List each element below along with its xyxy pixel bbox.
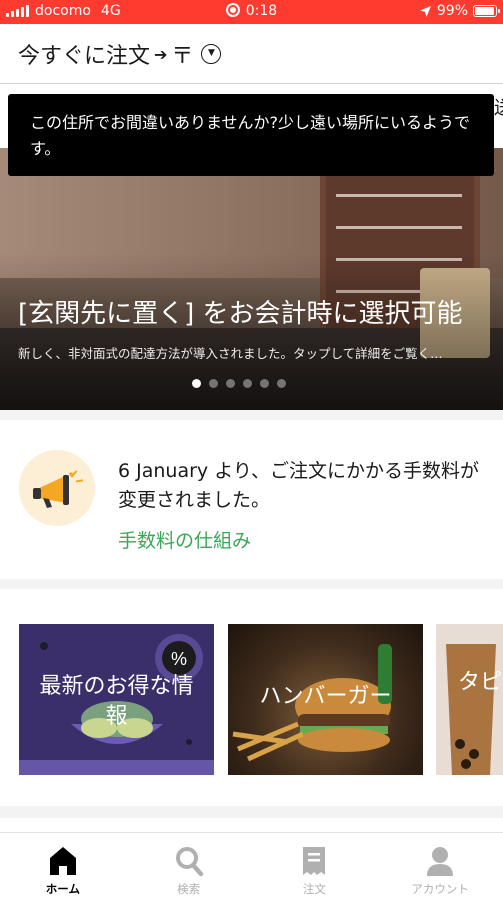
tooltip-message: この住所でお間違いありませんか?少し遠い場所にいるようです。 [30, 113, 471, 158]
header: 今すぐに注文 ➔ 〒 ▼ [0, 24, 503, 84]
tab-home[interactable]: ホーム [0, 833, 126, 897]
section-divider [0, 806, 503, 818]
order-timing: 今すぐに注文 [18, 44, 151, 69]
category-card-burger[interactable]: ハンバーガー [228, 624, 423, 775]
chevron-down-icon: ▼ [201, 44, 222, 64]
category-label: 最新のお得な情報 [39, 674, 194, 729]
tab-bar: ホーム 検索 注文 アカウント [0, 832, 503, 897]
carousel-dot[interactable] [260, 379, 269, 388]
section-divider [0, 579, 503, 589]
category-carousel[interactable]: % 最新のお得な情報 ハンバーガー タピ [0, 592, 503, 802]
tab-label: 検索 [177, 882, 201, 896]
category-card-deals[interactable]: % 最新のお得な情報 [19, 624, 214, 775]
tab-orders[interactable]: 注文 [252, 833, 378, 897]
clock: 0:18 [245, 3, 278, 19]
account-icon [427, 847, 454, 876]
carousel-dot[interactable] [226, 379, 235, 388]
carousel-dot[interactable] [243, 379, 252, 388]
carousel-dot[interactable] [209, 379, 218, 388]
screen-record-icon [225, 3, 240, 17]
tab-label: ホーム [45, 882, 80, 896]
carousel-dot[interactable] [192, 379, 201, 388]
tab-label: 注文 [302, 882, 326, 896]
battery-fill [475, 7, 495, 15]
fee-notice-text: 6 January より、ご注文にかかる手数料が変更されました。 [118, 460, 480, 511]
hero-subtitle: 新しく、非対面式の配達方法が導入されました。タップして詳細をご覧く… [18, 346, 443, 361]
tab-search[interactable]: 検索 [126, 833, 252, 897]
carousel-dot[interactable] [277, 379, 286, 388]
category-label: タピ [458, 670, 503, 695]
hero-title: [玄関先に置く] をお会計時に選択可能 [18, 299, 463, 329]
fee-info-link[interactable]: 手数料の仕組み [118, 526, 251, 553]
location-arrow-icon [419, 5, 431, 17]
tab-account[interactable]: アカウント [377, 833, 503, 897]
search-icon [175, 847, 203, 877]
receipt-icon [303, 847, 326, 875]
fee-notice-card[interactable]: 6 January より、ご注文にかかる手数料が変更されました。 手数料の仕組み [0, 421, 503, 579]
svg-text:%: % [171, 649, 187, 669]
home-icon [49, 847, 76, 875]
category-label: ハンバーガー [259, 684, 392, 709]
address-text: 〒 [171, 44, 194, 69]
hero-shade [0, 148, 503, 410]
status-bar: docomo 4G 0:18 99% [0, 0, 503, 24]
address-warning-tooltip[interactable]: この住所でお間違いありませんか?少し遠い場所にいるようです。 [8, 94, 494, 176]
arrow-icon: ➔ [154, 44, 168, 64]
category-card-bubble-tea[interactable]: タピ [436, 624, 503, 775]
section-divider [0, 410, 503, 420]
battery-icon [473, 5, 500, 17]
tab-label: アカウント [411, 882, 469, 896]
delivery-address-selector[interactable]: 今すぐに注文 ➔ 〒 ▼ [18, 38, 222, 70]
partial-text-edge: 送 [494, 94, 503, 122]
megaphone-icon [19, 450, 95, 526]
hero-banner[interactable]: [玄関先に置く] をお会計時に選択可能 新しく、非対面式の配達方法が導入されまし… [0, 148, 503, 410]
status-right: 99% [419, 3, 500, 19]
battery-percent: 99% [436, 3, 468, 19]
carousel-dots[interactable] [192, 379, 286, 388]
